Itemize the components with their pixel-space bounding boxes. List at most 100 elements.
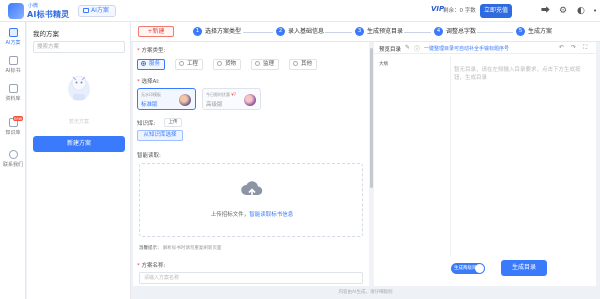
edit-icon[interactable]: ✎ xyxy=(405,44,410,51)
type-option-supervision[interactable]: 监理 xyxy=(251,59,280,70)
step-label: 选择方案类型 xyxy=(205,28,242,35)
kb-select-button[interactable]: 从知识库选择 xyxy=(137,130,183,141)
step-label: 调整总字数 xyxy=(446,28,477,35)
scrollbar-thumb[interactable] xyxy=(370,48,373,188)
preview-divider xyxy=(450,56,451,256)
left-nav: AI方案 AI标书 资料库 知识库 new 联系我们 xyxy=(0,22,26,299)
radio-dot xyxy=(255,61,260,66)
panel-title: 我的方案 xyxy=(33,30,59,38)
radio-dot xyxy=(217,61,222,66)
step-5[interactable]: 5 生成方案 xyxy=(516,26,552,38)
ai-plan-tab[interactable]: AI方案 xyxy=(78,5,116,17)
settings-icon[interactable]: ⚙ xyxy=(559,6,567,16)
two-level-toggle[interactable]: 生成两级目录 xyxy=(451,263,485,274)
upload-text: 上传招标文件，智能读取标书信息 xyxy=(210,212,294,218)
nav-item-label: 资料库 xyxy=(5,96,21,102)
contact-icon xyxy=(8,150,18,159)
ai-card-standard[interactable]: 无水印模板 标准版 xyxy=(137,88,196,110)
ai-card-subtitle: 今日限时优惠 ¥? xyxy=(206,92,236,97)
upload-dropzone[interactable]: 上传招标文件，智能读取标书信息 xyxy=(139,163,363,237)
step-connector xyxy=(404,32,431,33)
plan-name-input[interactable]: 请输入方案名称 xyxy=(139,272,363,284)
step-4[interactable]: 4 调整总字数 xyxy=(434,26,476,38)
ai-bid-icon xyxy=(8,56,18,65)
step-label: 生成方案 xyxy=(528,28,553,35)
new-button[interactable]: +新建 xyxy=(138,26,174,37)
step-3[interactable]: 3 生成预览目录 xyxy=(355,26,403,38)
step-connector xyxy=(325,32,352,33)
step-1[interactable]: 1 选择方案类型 xyxy=(193,26,241,38)
type-label: * 方案类型: xyxy=(137,48,166,54)
theme-icon[interactable]: ◐ xyxy=(577,6,585,16)
type-option-goods[interactable]: 货物 xyxy=(213,59,242,70)
step-number: 5 xyxy=(516,27,525,36)
library-icon xyxy=(8,84,18,93)
radio-dot xyxy=(293,61,298,66)
plan-search-input[interactable]: 搜索方案 xyxy=(33,41,125,53)
toggle-knob xyxy=(475,264,484,273)
ai-card-name: 高级版 xyxy=(206,102,223,108)
ai-plan-icon xyxy=(8,28,18,37)
generate-outline-button[interactable]: 生成目录 xyxy=(501,260,547,276)
fullscreen-icon[interactable]: ⛶ xyxy=(583,44,587,52)
help-icon[interactable]: • xyxy=(593,6,597,16)
kb-upload-tag[interactable]: 上传 xyxy=(164,118,182,127)
step-number: 1 xyxy=(193,27,202,36)
step-label: 生成预览目录 xyxy=(367,28,404,35)
preview-title: 预览目录 xyxy=(379,47,402,53)
name-label: * 方案名称: xyxy=(137,263,166,269)
type-option-service[interactable]: 服务 xyxy=(137,59,166,70)
step-number: 2 xyxy=(276,27,285,36)
ai-plan-tab-label: AI方案 xyxy=(91,7,109,14)
undo-icon[interactable]: ↶ xyxy=(559,44,564,51)
outline-item[interactable]: 大纲 xyxy=(379,61,388,67)
nav-item-label: 联系我们 xyxy=(2,162,23,168)
nav-item-contact[interactable]: 联系我们 xyxy=(0,150,26,168)
new-badge: new xyxy=(12,116,23,121)
nav-item-ai-plan[interactable]: AI方案 xyxy=(0,28,26,46)
top-bar: 小微 AI标书精灵 AI方案 VIP 剩余：0 字数 立即充值 ⮕ ⚙ ◐ • xyxy=(0,0,600,22)
read-label: 智能读取: xyxy=(137,153,161,159)
recharge-button[interactable]: 立即充值 xyxy=(480,4,512,18)
type-option-engineering[interactable]: 工程 xyxy=(175,59,204,70)
balance-text: 剩余：0 字数 xyxy=(443,8,476,14)
step-number: 3 xyxy=(355,27,364,36)
step-label: 录入基础信息 xyxy=(288,28,325,35)
nav-item-label: 知识库 xyxy=(5,130,21,136)
nav-item-knowledge[interactable]: 知识库 new xyxy=(0,116,26,136)
ai-label: * 选择AI: xyxy=(137,79,160,85)
preview-panel: 预览目录 ✎ ⓘ 一键整理目录可自动补全手输标题序号 ↶ ↷ ⛶ 大纲 暂无目录… xyxy=(374,42,596,286)
preview-placeholder: 暂无目录，请在左侧输入目录要求，点击下方生成按钮，生成目录 xyxy=(454,67,581,81)
nav-item-label: AI方案 xyxy=(5,40,21,46)
info-icon[interactable]: ⓘ xyxy=(414,44,420,53)
upload-link[interactable]: 智能读取标书信息 xyxy=(249,212,293,218)
ai-avatar-icon xyxy=(244,94,256,106)
my-plans-panel: 我的方案 搜索方案 暂无方案 新建方案 xyxy=(27,22,131,299)
radio-dot xyxy=(179,61,184,66)
step-2[interactable]: 2 录入基础信息 xyxy=(276,26,324,38)
step-connector xyxy=(477,32,513,33)
step-connector xyxy=(243,32,273,33)
share-icon[interactable]: ⮕ xyxy=(541,6,550,16)
plan-icon xyxy=(83,8,89,13)
cloud-upload-icon xyxy=(241,181,263,197)
brand-subtitle: 小微 xyxy=(28,3,39,9)
steps-bar: +新建 1 选择方案类型 2 录入基础信息 3 生成预览目录 4 调整总字数 5 生成方案 xyxy=(131,22,600,42)
nav-item-library[interactable]: 资料库 xyxy=(0,84,26,102)
empty-text: 暂无方案 xyxy=(68,119,89,125)
empty-mascot-icon xyxy=(68,75,90,101)
ai-card-advanced[interactable]: 今日限时优惠 ¥? 高级版 xyxy=(202,88,261,110)
ai-card-subtitle: 无水印模板 xyxy=(141,92,161,97)
nav-item-ai-bid[interactable]: AI标书 xyxy=(0,56,26,74)
radio-dot xyxy=(141,61,146,66)
type-option-other[interactable]: 其他 xyxy=(289,59,318,70)
tip-text: 温馨提示： 解析标书时请勿重复刷新页面 xyxy=(139,246,222,251)
auto-number-link[interactable]: 一键整理目录可自动补全手输标题序号 xyxy=(424,45,509,52)
ai-avatar-icon xyxy=(179,94,191,106)
step-number: 4 xyxy=(434,27,443,36)
kb-label: 知识库: xyxy=(137,121,156,127)
new-plan-button[interactable]: 新建方案 xyxy=(33,136,125,152)
ai-card-name: 标准版 xyxy=(141,102,158,108)
footer-disclaimer: 内容由AI生成，请仔细甄别 xyxy=(338,290,393,295)
redo-icon[interactable]: ↷ xyxy=(571,44,576,51)
